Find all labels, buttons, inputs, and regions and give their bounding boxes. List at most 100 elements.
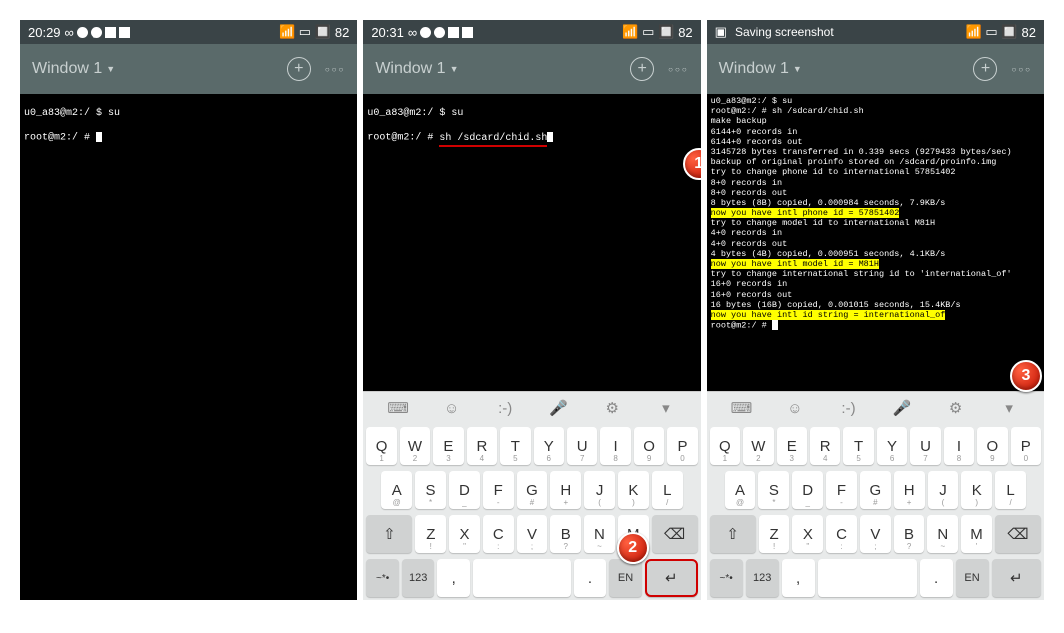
status-time: 20:29 xyxy=(28,25,61,40)
kb-tool-keyboard-icon[interactable]: ⌨ xyxy=(726,399,756,417)
key-n[interactable]: N~ xyxy=(927,515,958,553)
status-bar: 20:29 ∞✓ 📶 ▭ 🔲 82 xyxy=(20,20,357,44)
key-shift[interactable]: ⇧ xyxy=(710,515,756,553)
key-f[interactable]: F- xyxy=(483,471,514,509)
key-x[interactable]: X" xyxy=(449,515,480,553)
key-t[interactable]: T5 xyxy=(843,427,873,465)
key-h[interactable]: H+ xyxy=(550,471,581,509)
kb-tool-settings-icon[interactable]: ⚙ xyxy=(941,399,971,417)
key-c[interactable]: C: xyxy=(826,515,857,553)
window-tab[interactable]: Window 1▼ xyxy=(719,60,802,78)
key-c[interactable]: C: xyxy=(483,515,514,553)
key-symbols[interactable]: ~*• xyxy=(710,559,743,597)
key-z[interactable]: Z! xyxy=(415,515,446,553)
key-comma[interactable]: , xyxy=(782,559,815,597)
key-enter[interactable]: ↵ xyxy=(645,559,698,597)
key-h[interactable]: H+ xyxy=(894,471,925,509)
window-tab[interactable]: Window 1▼ xyxy=(32,60,115,78)
key-p[interactable]: P0 xyxy=(667,427,697,465)
kb-tool-emoticon-icon[interactable]: :-) xyxy=(490,400,520,417)
key-r[interactable]: R4 xyxy=(467,427,497,465)
key-u[interactable]: U7 xyxy=(567,427,597,465)
key-language[interactable]: EN xyxy=(956,559,989,597)
key-g[interactable]: G# xyxy=(860,471,891,509)
key-q[interactable]: Q1 xyxy=(710,427,740,465)
key-enter[interactable]: ↵ xyxy=(992,559,1041,597)
window-tab-bar: Window 1▼ + ○○○ xyxy=(707,44,1044,94)
key-e[interactable]: E3 xyxy=(433,427,463,465)
key-s[interactable]: S* xyxy=(415,471,446,509)
key-x[interactable]: X" xyxy=(792,515,823,553)
key-u[interactable]: U7 xyxy=(910,427,940,465)
key-period[interactable]: . xyxy=(574,559,607,597)
key-b[interactable]: B? xyxy=(550,515,581,553)
terminal-output[interactable]: u0_a83@m2:/ $ suroot@m2:/ # sh /sdcard/c… xyxy=(707,94,1044,333)
saving-screenshot-text: Saving screenshot xyxy=(735,25,834,39)
key-shift[interactable]: ⇧ xyxy=(366,515,412,553)
key-numbers[interactable]: 123 xyxy=(402,559,435,597)
key-o[interactable]: O9 xyxy=(977,427,1007,465)
kb-tool-emoji-icon[interactable]: ☺ xyxy=(437,400,467,417)
key-w[interactable]: W2 xyxy=(400,427,430,465)
key-comma[interactable]: , xyxy=(437,559,470,597)
kb-tool-emoticon-icon[interactable]: :-) xyxy=(834,400,864,417)
key-t[interactable]: T5 xyxy=(500,427,530,465)
key-e[interactable]: E3 xyxy=(777,427,807,465)
key-y[interactable]: Y6 xyxy=(877,427,907,465)
saving-screenshot-icon: ▣ xyxy=(715,24,727,40)
key-numbers[interactable]: 123 xyxy=(746,559,779,597)
phone-screenshot-2: 20:31 ∞✓ 📶 ▭ 🔲 82 Window 1▼ + ○○○ u0_a83… xyxy=(363,20,700,600)
kb-tool-emoji-icon[interactable]: ☺ xyxy=(780,400,810,417)
key-period[interactable]: . xyxy=(920,559,953,597)
key-p[interactable]: P0 xyxy=(1011,427,1041,465)
terminal-output[interactable]: u0_a83@m2:/ $ su root@m2:/ # sh /sdcard/… xyxy=(363,94,700,173)
key-d[interactable]: D_ xyxy=(449,471,480,509)
key-j[interactable]: J( xyxy=(584,471,615,509)
key-a[interactable]: A@ xyxy=(381,471,412,509)
key-b[interactable]: B? xyxy=(894,515,925,553)
kb-tool-mic-icon[interactable]: 🎤 xyxy=(887,399,917,417)
key-backspace[interactable]: ⌫ xyxy=(652,515,698,553)
status-bar: ▣ Saving screenshot 📶 ▭ 🔲 82 xyxy=(707,20,1044,44)
menu-button[interactable]: ○○○ xyxy=(668,65,689,74)
key-i[interactable]: I8 xyxy=(600,427,630,465)
add-tab-button[interactable]: + xyxy=(287,57,311,81)
key-backspace[interactable]: ⌫ xyxy=(995,515,1041,553)
key-a[interactable]: A@ xyxy=(725,471,756,509)
kb-tool-collapse-icon[interactable]: ▾ xyxy=(994,399,1024,417)
key-o[interactable]: O9 xyxy=(634,427,664,465)
key-l[interactable]: L/ xyxy=(652,471,683,509)
key-y[interactable]: Y6 xyxy=(534,427,564,465)
window-tab[interactable]: Window 1▼ xyxy=(375,60,458,78)
key-j[interactable]: J( xyxy=(928,471,959,509)
key-r[interactable]: R4 xyxy=(810,427,840,465)
key-space[interactable] xyxy=(818,559,917,597)
key-d[interactable]: D_ xyxy=(792,471,823,509)
add-tab-button[interactable]: + xyxy=(630,57,654,81)
key-q[interactable]: Q1 xyxy=(366,427,396,465)
key-g[interactable]: G# xyxy=(517,471,548,509)
key-symbols[interactable]: ~*• xyxy=(366,559,399,597)
kb-tool-settings-icon[interactable]: ⚙ xyxy=(597,399,627,417)
menu-button[interactable]: ○○○ xyxy=(325,65,346,74)
kb-tool-mic-icon[interactable]: 🎤 xyxy=(544,399,574,417)
key-f[interactable]: F- xyxy=(826,471,857,509)
key-n[interactable]: N~ xyxy=(584,515,615,553)
key-k[interactable]: K) xyxy=(961,471,992,509)
add-tab-button[interactable]: + xyxy=(973,57,997,81)
menu-button[interactable]: ○○○ xyxy=(1011,65,1032,74)
key-k[interactable]: K) xyxy=(618,471,649,509)
key-language[interactable]: EN xyxy=(609,559,642,597)
kb-tool-keyboard-icon[interactable]: ⌨ xyxy=(383,399,413,417)
key-v[interactable]: V; xyxy=(860,515,891,553)
key-l[interactable]: L/ xyxy=(995,471,1026,509)
kb-tool-collapse-icon[interactable]: ▾ xyxy=(651,399,681,417)
key-z[interactable]: Z! xyxy=(759,515,790,553)
key-i[interactable]: I8 xyxy=(944,427,974,465)
key-space[interactable] xyxy=(473,559,571,597)
key-v[interactable]: V; xyxy=(517,515,548,553)
key-s[interactable]: S* xyxy=(758,471,789,509)
key-w[interactable]: W2 xyxy=(743,427,773,465)
terminal-output[interactable]: u0_a83@m2:/ $ su root@m2:/ # xyxy=(20,94,357,171)
key-m[interactable]: M' xyxy=(961,515,992,553)
